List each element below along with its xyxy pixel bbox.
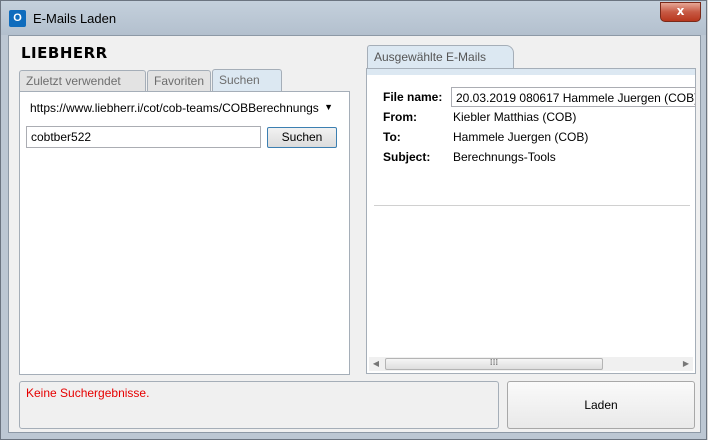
status-area: Keine Suchergebnisse. bbox=[19, 381, 499, 429]
search-input[interactable]: cobtber522 bbox=[26, 126, 261, 148]
subject-row: Subject: Berechnungs-Tools bbox=[374, 147, 692, 167]
file-name-row: File name: 20.03.2019 080617 Hammele Jue… bbox=[374, 87, 696, 107]
to-row: To: Hammele Juergen (COB) bbox=[374, 127, 692, 147]
from-label: From: bbox=[383, 110, 417, 124]
search-button[interactable]: Suchen bbox=[267, 127, 337, 148]
tab-label: Suchen bbox=[219, 73, 260, 87]
search-panel: https://www.liebherr.i/cot/cob-teams/COB… bbox=[19, 91, 350, 375]
file-name-label: File name: bbox=[383, 90, 443, 104]
tab-label: Favoriten bbox=[154, 74, 205, 88]
from-row: From: Kiebler Matthias (COB) bbox=[374, 107, 692, 127]
from-value: Kiebler Matthias (COB) bbox=[453, 110, 577, 124]
to-value: Hammele Juergen (COB) bbox=[453, 130, 589, 144]
load-button[interactable]: Laden bbox=[507, 381, 695, 429]
title-bar[interactable]: O E-Mails Laden x bbox=[1, 1, 706, 35]
tab-label: Ausgewählte E-Mails bbox=[374, 50, 487, 64]
tab-search[interactable]: Suchen bbox=[212, 69, 282, 93]
selected-emails-panel: File name: 20.03.2019 080617 Hammele Jue… bbox=[366, 68, 696, 374]
scroll-left-icon[interactable]: ◀ bbox=[369, 357, 383, 371]
panel-header-strip bbox=[367, 69, 695, 75]
divider bbox=[374, 205, 690, 206]
chevron-down-icon[interactable]: ▼ bbox=[324, 102, 333, 112]
url-combobox[interactable]: https://www.liebherr.i/cot/cob-teams/COB… bbox=[26, 98, 337, 118]
to-label: To: bbox=[383, 130, 401, 144]
tab-favorites[interactable]: Favoriten bbox=[147, 70, 211, 92]
background-window-edge bbox=[707, 0, 719, 440]
window-title: E-Mails Laden bbox=[33, 11, 117, 26]
dialog-client-area: LIEBHERR Zuletzt verwendet Favoriten Suc… bbox=[8, 35, 701, 433]
scroll-right-icon[interactable]: ▶ bbox=[679, 357, 693, 371]
subject-label: Subject: bbox=[383, 150, 431, 164]
status-message: Keine Suchergebnisse. bbox=[26, 386, 150, 400]
horizontal-scrollbar[interactable]: ◀ ⁞⁞⁞ ▶ bbox=[369, 357, 693, 371]
email-load-dialog: O E-Mails Laden x LIEBHERR Zuletzt verwe… bbox=[0, 0, 707, 440]
url-value: https://www.liebherr.i/cot/cob-teams/COB… bbox=[30, 101, 319, 115]
outlook-icon: O bbox=[9, 10, 26, 27]
tab-recently-used[interactable]: Zuletzt verwendet bbox=[19, 70, 146, 92]
liebherr-logo: LIEBHERR bbox=[21, 44, 108, 62]
tab-label: Zuletzt verwendet bbox=[26, 74, 121, 88]
subject-value: Berechnungs-Tools bbox=[453, 150, 556, 164]
email-details: File name: 20.03.2019 080617 Hammele Jue… bbox=[374, 87, 696, 167]
tab-selected-emails[interactable]: Ausgewählte E-Mails bbox=[367, 45, 514, 69]
close-button[interactable]: x bbox=[660, 2, 701, 22]
scrollbar-thumb[interactable]: ⁞⁞⁞ bbox=[385, 358, 603, 370]
file-name-field[interactable]: 20.03.2019 080617 Hammele Juergen (COB) bbox=[451, 87, 696, 107]
